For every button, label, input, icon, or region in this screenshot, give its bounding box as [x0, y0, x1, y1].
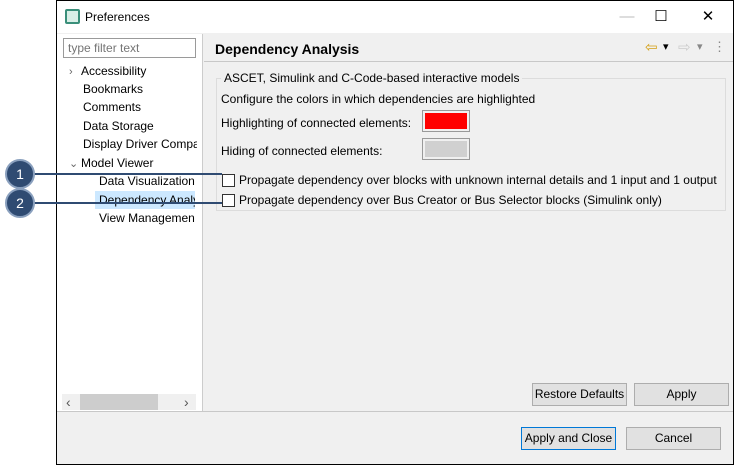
cancel-button[interactable]: Cancel	[626, 427, 721, 450]
close-button[interactable]: ✕	[693, 5, 723, 29]
scroll-right-icon[interactable]: ›	[184, 394, 189, 410]
callout-1: 1	[5, 159, 35, 189]
highlight-color-button[interactable]	[422, 110, 470, 132]
highlight-label: Highlighting of connected elements:	[221, 116, 412, 130]
horizontal-scrollbar[interactable]: ‹ ›	[62, 394, 196, 410]
tree-item-view-management[interactable]: View Management	[95, 209, 195, 227]
view-menu-icon[interactable]: ⋮	[713, 39, 726, 55]
forward-arrow-icon[interactable]: ⇨	[678, 38, 691, 56]
highlight-color-swatch	[425, 113, 467, 129]
preference-tree-panel: ›Accessibility Bookmarks Comments Data S…	[57, 34, 203, 411]
hiding-color-swatch	[425, 141, 467, 157]
minimize-button[interactable]: —	[612, 5, 642, 29]
propagate-unknown-blocks-label: Propagate dependency over blocks with un…	[239, 173, 717, 187]
page-header: Dependency Analysis ⇦ ▾ ⇨ ▾ ⋮	[204, 34, 733, 62]
app-icon	[65, 9, 80, 24]
scrollbar-thumb[interactable]	[80, 394, 158, 410]
footer-divider	[57, 411, 733, 412]
propagate-bus-blocks-label: Propagate dependency over Bus Creator or…	[239, 193, 662, 207]
window-title: Preferences	[85, 10, 150, 24]
preference-page: Dependency Analysis ⇦ ▾ ⇨ ▾ ⋮ ASCET, Sim…	[204, 34, 733, 411]
group-label: ASCET, Simulink and C-Code-based interac…	[221, 71, 523, 85]
tree-item-display-driver[interactable]: Display Driver Compa	[57, 135, 197, 153]
maximize-button[interactable]: ☐	[646, 5, 676, 29]
tree-item-data-storage[interactable]: Data Storage	[57, 117, 197, 135]
filter-input[interactable]	[63, 38, 196, 58]
apply-and-close-button[interactable]: Apply and Close	[521, 427, 616, 450]
apply-button[interactable]: Apply	[634, 383, 729, 406]
propagate-bus-blocks-checkbox[interactable]	[222, 194, 235, 207]
propagate-unknown-blocks-checkbox[interactable]	[222, 174, 235, 187]
hiding-label: Hiding of connected elements:	[221, 144, 383, 158]
restore-defaults-button[interactable]: Restore Defaults	[532, 383, 627, 406]
title-bar: Preferences — ☐ ✕	[57, 1, 733, 33]
back-arrow-icon[interactable]: ⇦	[645, 38, 658, 56]
tree-item-label: Model Viewer	[81, 156, 154, 170]
tree-item-bookmarks[interactable]: Bookmarks	[57, 80, 197, 98]
back-dropdown-icon[interactable]: ▾	[663, 40, 669, 53]
preferences-window: Preferences — ☐ ✕ ›Accessibility Bookmar…	[56, 0, 734, 465]
callout-1-line	[32, 173, 222, 175]
scroll-left-icon[interactable]: ‹	[66, 394, 71, 410]
description-text: Configure the colors in which dependenci…	[221, 92, 536, 106]
callout-2: 2	[5, 188, 35, 218]
tree-item-dependency-analysis[interactable]: Dependency Analy	[95, 191, 195, 209]
page-title: Dependency Analysis	[215, 41, 360, 57]
tree-item-comments[interactable]: Comments	[57, 98, 197, 116]
chevron-down-icon[interactable]: ⌄	[69, 155, 81, 172]
forward-dropdown-icon[interactable]: ▾	[697, 40, 703, 53]
tree-item-model-viewer[interactable]: ⌄ Model Viewer	[57, 154, 197, 172]
tree-item-label: Accessibility	[81, 64, 147, 78]
chevron-right-icon[interactable]: ›	[69, 63, 81, 80]
callout-2-line	[32, 202, 222, 204]
hiding-color-button[interactable]	[422, 138, 470, 160]
tree-item-accessibility[interactable]: › Accessibility	[57, 62, 197, 80]
